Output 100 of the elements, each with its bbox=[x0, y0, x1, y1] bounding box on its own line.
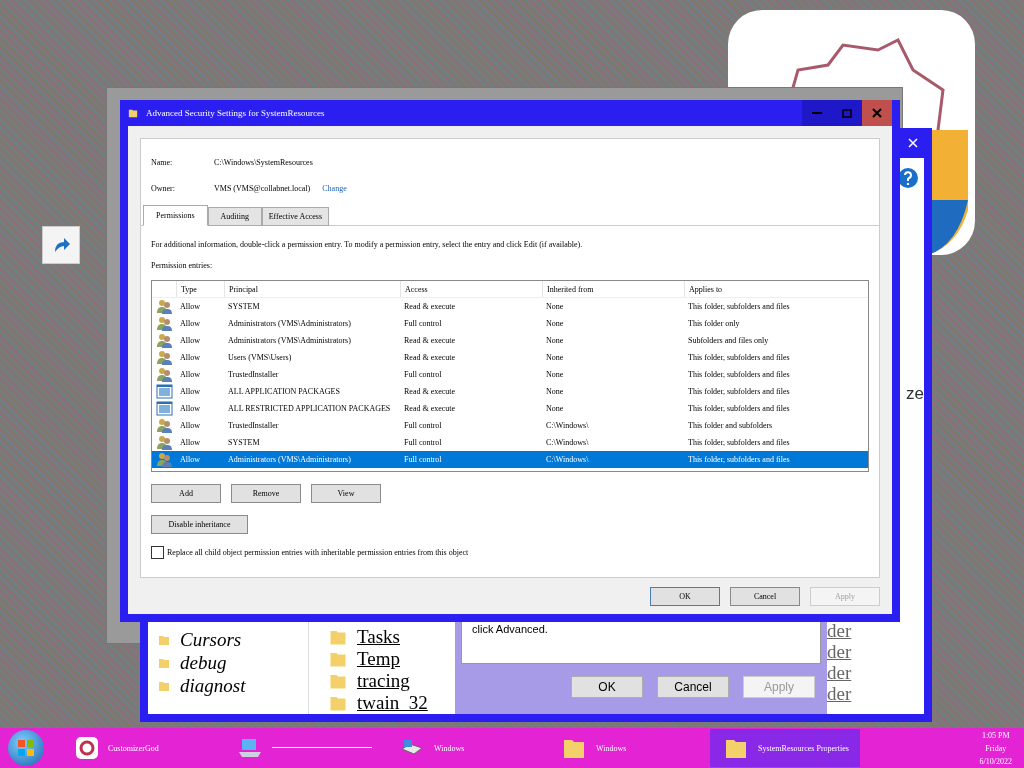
tab[interactable]: Auditing bbox=[207, 207, 262, 226]
column-header[interactable]: Inherited from bbox=[542, 281, 684, 297]
laptop-icon bbox=[238, 737, 262, 759]
shortcut-icon[interactable] bbox=[42, 226, 80, 264]
table-cell-text: This folder, subfolders and files bbox=[687, 302, 791, 311]
table-cell-text: Full control bbox=[403, 455, 443, 464]
taskbar-item[interactable]: Windows bbox=[548, 729, 698, 767]
maximize-icon bbox=[842, 108, 852, 118]
column-header[interactable]: Access bbox=[400, 281, 542, 297]
column-text: der bbox=[827, 662, 852, 683]
close-icon bbox=[872, 108, 882, 118]
table-cell-text: Users (VMS\Users) bbox=[227, 353, 293, 362]
table-cell-text: This folder, subfolders and files bbox=[687, 370, 791, 379]
table-cell-text: Administrators (VMS\Administrators) bbox=[227, 455, 352, 464]
table-cell-text: This folder, subfolders and files bbox=[687, 387, 791, 396]
column-header[interactable]: Applies to bbox=[684, 281, 864, 297]
table-cell-text: TrustedInstaller bbox=[227, 421, 280, 430]
table-cell-text: ALL RESTRICTED APPLICATION PACKAGES bbox=[227, 404, 392, 413]
gear-icon bbox=[76, 737, 98, 759]
file-item[interactable]: tracing bbox=[357, 670, 410, 692]
table-cell-text: Allow bbox=[179, 370, 201, 379]
folder-icon bbox=[329, 628, 347, 646]
table-cell-text: Full control bbox=[403, 421, 443, 430]
users-icon bbox=[155, 350, 173, 365]
entry-button[interactable]: View bbox=[311, 484, 381, 503]
tab[interactable]: Permissions bbox=[143, 205, 208, 226]
permission-row[interactable]: Allow Users (VMS\Users) Read & execute None This folder, subfolders and files bbox=[152, 349, 868, 366]
permission-row[interactable]: Allow SYSTEM Full control C:\Windows\ This folder, subfolders and files bbox=[152, 434, 868, 451]
checkbox[interactable] bbox=[151, 546, 164, 559]
table-cell-text: Allow bbox=[179, 387, 201, 396]
close-button[interactable] bbox=[862, 100, 892, 126]
app-window-icon bbox=[155, 401, 173, 416]
permission-row[interactable]: Allow Administrators (VMS\Administrators) Full control C:\Windows\ This folder, subfolders and files bbox=[152, 451, 868, 468]
permission-row[interactable]: Allow ALL APPLICATION PACKAGES Read & execute None This folder, subfolders and files bbox=[152, 383, 868, 400]
permission-row[interactable]: Allow SYSTEM Read & execute None This folder, subfolders and files bbox=[152, 298, 868, 315]
table-cell-text: Allow bbox=[179, 336, 201, 345]
file-item[interactable]: Temp bbox=[357, 648, 400, 670]
close-icon[interactable] bbox=[908, 138, 918, 148]
folder-icon bbox=[329, 672, 347, 690]
folder-icon bbox=[158, 633, 170, 646]
clock[interactable]: 1:05 PM Friday 6/10/2022 bbox=[979, 728, 1012, 768]
permission-row[interactable]: Allow TrustedInstaller Full control C:\Windows\ This folder and subfolders bbox=[152, 417, 868, 434]
column-header[interactable]: Type bbox=[176, 281, 224, 297]
tree-item[interactable]: diagnost bbox=[180, 674, 246, 697]
users-icon bbox=[155, 367, 173, 382]
users-icon bbox=[155, 418, 173, 433]
table-cell-text: Administrators (VMS\Administrators) bbox=[227, 336, 352, 345]
file-item[interactable]: twain_32 bbox=[357, 692, 428, 714]
table-cell-text: None bbox=[545, 370, 565, 379]
permission-row[interactable]: Allow TrustedInstaller Full control None This folder, subfolders and files bbox=[152, 366, 868, 383]
permission-row[interactable]: Allow ALL RESTRICTED APPLICATION PACKAGES Read & execute None This folder, subfolders and files bbox=[152, 400, 868, 417]
app-window-icon bbox=[155, 384, 173, 399]
column-text: der bbox=[827, 641, 852, 662]
dialog-button[interactable]: OK bbox=[571, 676, 643, 698]
hint-text: click Advanced. bbox=[472, 623, 548, 635]
folder-icon bbox=[128, 108, 138, 118]
users-icon bbox=[155, 452, 173, 467]
tree-item[interactable]: debug bbox=[180, 651, 227, 674]
table-cell-text: Read & execute bbox=[403, 336, 457, 345]
users-icon bbox=[155, 316, 173, 331]
table-cell-text: Allow bbox=[179, 353, 201, 362]
column-header[interactable]: Principal bbox=[224, 281, 400, 297]
folder-icon bbox=[329, 650, 347, 668]
tree-item[interactable]: Cursors bbox=[180, 628, 242, 651]
entry-button[interactable]: Add bbox=[151, 484, 221, 503]
table-cell-text: None bbox=[545, 336, 565, 345]
field-label: Owner: bbox=[151, 183, 176, 193]
field-label: Name: bbox=[151, 157, 174, 167]
file-item[interactable]: Tasks bbox=[357, 626, 400, 648]
help-icon[interactable] bbox=[898, 168, 918, 188]
table-cell-text: Full control bbox=[403, 319, 443, 328]
truncated-text: ze bbox=[906, 384, 924, 403]
tab[interactable]: Effective Access bbox=[261, 207, 330, 226]
change-link[interactable]: Change bbox=[322, 183, 347, 193]
table-cell-text: None bbox=[545, 404, 565, 413]
permission-row[interactable]: Allow Administrators (VMS\Administrators) Read & execute None Subfolders and files only bbox=[152, 332, 868, 349]
table-cell-text: TrustedInstaller bbox=[227, 370, 280, 379]
dialog-button[interactable]: OK bbox=[650, 587, 720, 606]
entry-button[interactable]: Remove bbox=[231, 484, 301, 503]
taskbar-item[interactable]: SystemResources Properties bbox=[710, 729, 860, 767]
dialog-button[interactable]: Cancel bbox=[657, 676, 729, 698]
window-title: Advanced Security Settings for SystemResources bbox=[146, 108, 326, 118]
disable-inheritance-button[interactable]: Disable inheritance bbox=[151, 515, 248, 534]
table-cell-text: SYSTEM bbox=[227, 438, 261, 447]
permission-row[interactable]: Allow Administrators (VMS\Administrators) Full control None This folder only bbox=[152, 315, 868, 332]
table-cell-text: This folder only bbox=[687, 319, 741, 328]
table-cell-text: Full control bbox=[403, 438, 443, 447]
table-cell-text: Allow bbox=[179, 319, 201, 328]
field-value: VMS (VMS@collabnet.local) bbox=[214, 183, 311, 193]
info-text: For additional information, double-click a permission entry. To modify a permission entry, select the entry and click Edit (if available). bbox=[151, 240, 584, 249]
column-text: der bbox=[827, 683, 852, 704]
table-cell-text: This folder, subfolders and files bbox=[687, 404, 791, 413]
dialog-button[interactable]: Cancel bbox=[730, 587, 800, 606]
table-cell-text: C:\Windows\ bbox=[545, 455, 590, 464]
table-cell-text: Read & execute bbox=[403, 353, 457, 362]
taskbar-item[interactable]: CustomizerGod bbox=[62, 729, 212, 767]
table-cell-text: Subfolders and files only bbox=[687, 336, 770, 345]
start-button[interactable] bbox=[8, 730, 44, 766]
taskbar-item[interactable]: Windows bbox=[386, 729, 536, 767]
table-cell-text: This folder, subfolders and files bbox=[687, 455, 791, 464]
